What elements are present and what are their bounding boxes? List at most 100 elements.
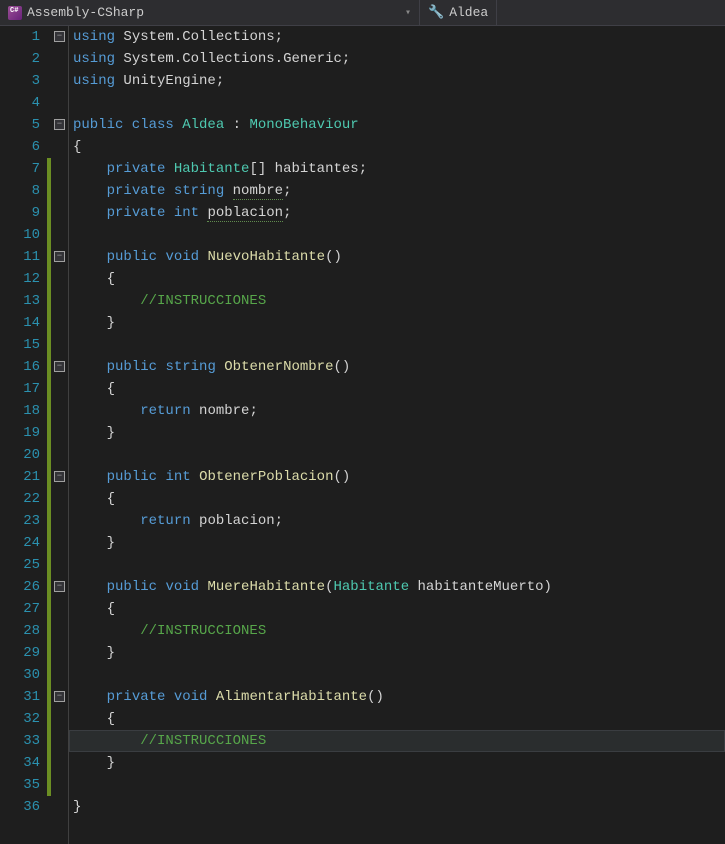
code-line[interactable]: }	[69, 642, 725, 664]
change-marker	[47, 158, 51, 180]
code-line[interactable]: {	[69, 378, 725, 400]
csharp-icon	[8, 6, 22, 20]
change-marker	[47, 312, 51, 334]
code-line[interactable]	[69, 92, 725, 114]
change-marker	[47, 554, 51, 576]
change-marker	[47, 664, 51, 686]
fold-toggle[interactable]: −	[54, 119, 65, 130]
line-number: 8	[0, 180, 40, 202]
line-number: 2	[0, 48, 40, 70]
code-line[interactable]: private void AlimentarHabitante()	[69, 686, 725, 708]
code-line[interactable]: public void NuevoHabitante()	[69, 246, 725, 268]
change-marker	[47, 708, 51, 730]
change-marker	[47, 422, 51, 444]
code-line[interactable]: }	[69, 752, 725, 774]
line-number: 9	[0, 202, 40, 224]
change-marker	[47, 532, 51, 554]
change-marker	[47, 642, 51, 664]
fold-toggle[interactable]: −	[54, 691, 65, 702]
code-line[interactable]: private string nombre;	[69, 180, 725, 202]
code-area[interactable]: using System.Collections;using System.Co…	[68, 26, 725, 844]
change-marker	[47, 466, 51, 488]
code-line[interactable]: }	[69, 796, 725, 818]
code-line[interactable]	[69, 224, 725, 246]
change-marker	[47, 268, 51, 290]
change-marker	[47, 290, 51, 312]
change-marker	[47, 378, 51, 400]
code-line[interactable]: public string ObtenerNombre()	[69, 356, 725, 378]
code-line[interactable]: {	[69, 268, 725, 290]
change-marker	[47, 444, 51, 466]
class-name: Aldea	[449, 5, 488, 20]
fold-toggle[interactable]: −	[54, 581, 65, 592]
line-number: 3	[0, 70, 40, 92]
change-marker	[47, 356, 51, 378]
code-line[interactable]: private Habitante[] habitantes;	[69, 158, 725, 180]
line-number: 25	[0, 554, 40, 576]
line-number: 13	[0, 290, 40, 312]
code-line[interactable]: //INSTRUCCIONES	[69, 620, 725, 642]
line-number: 33	[0, 730, 40, 752]
line-number: 12	[0, 268, 40, 290]
code-line[interactable]: }	[69, 532, 725, 554]
line-number: 22	[0, 488, 40, 510]
code-line[interactable]	[69, 334, 725, 356]
fold-toggle[interactable]: −	[54, 31, 65, 42]
line-number: 27	[0, 598, 40, 620]
change-marker	[47, 224, 51, 246]
line-number: 4	[0, 92, 40, 114]
line-number: 14	[0, 312, 40, 334]
fold-toggle[interactable]: −	[54, 251, 65, 262]
line-number: 10	[0, 224, 40, 246]
class-selector[interactable]: 🔧 Aldea	[420, 0, 497, 25]
line-number: 6	[0, 136, 40, 158]
code-editor[interactable]: 1234567891011121314151617181920212223242…	[0, 26, 725, 844]
code-line[interactable]: public int ObtenerPoblacion()	[69, 466, 725, 488]
line-number-gutter: 1234567891011121314151617181920212223242…	[0, 26, 46, 844]
code-line[interactable]	[69, 444, 725, 466]
code-line[interactable]	[69, 774, 725, 796]
line-number: 35	[0, 774, 40, 796]
line-number: 36	[0, 796, 40, 818]
code-line[interactable]: //INSTRUCCIONES	[69, 290, 725, 312]
code-line[interactable]: //INSTRUCCIONES	[69, 730, 725, 752]
line-number: 26	[0, 576, 40, 598]
line-number: 1	[0, 26, 40, 48]
line-number: 17	[0, 378, 40, 400]
code-line[interactable]: private int poblacion;	[69, 202, 725, 224]
code-line[interactable]: {	[69, 136, 725, 158]
line-number: 34	[0, 752, 40, 774]
change-marker	[47, 752, 51, 774]
line-number: 30	[0, 664, 40, 686]
line-number: 16	[0, 356, 40, 378]
line-number: 15	[0, 334, 40, 356]
line-number: 29	[0, 642, 40, 664]
change-marker	[47, 488, 51, 510]
fold-gutter[interactable]: − − − − − − −	[52, 26, 68, 844]
code-line[interactable]: return nombre;	[69, 400, 725, 422]
change-marker	[47, 202, 51, 224]
code-line[interactable]: using UnityEngine;	[69, 70, 725, 92]
change-marker	[47, 774, 51, 796]
code-line[interactable]: using System.Collections;	[69, 26, 725, 48]
code-line[interactable]: {	[69, 708, 725, 730]
project-selector[interactable]: Assembly-CSharp ▾	[0, 0, 420, 25]
code-line[interactable]: }	[69, 312, 725, 334]
fold-toggle[interactable]: −	[54, 471, 65, 482]
line-number: 21	[0, 466, 40, 488]
code-line[interactable]: public void MuereHabitante(Habitante hab…	[69, 576, 725, 598]
code-line[interactable]: using System.Collections.Generic;	[69, 48, 725, 70]
fold-toggle[interactable]: −	[54, 361, 65, 372]
code-line[interactable]: {	[69, 598, 725, 620]
code-line[interactable]: {	[69, 488, 725, 510]
line-number: 23	[0, 510, 40, 532]
code-line[interactable]	[69, 664, 725, 686]
code-line[interactable]: return poblacion;	[69, 510, 725, 532]
line-number: 28	[0, 620, 40, 642]
code-line[interactable]: }	[69, 422, 725, 444]
line-number: 11	[0, 246, 40, 268]
change-marker	[47, 576, 51, 598]
code-line[interactable]: public class Aldea : MonoBehaviour	[69, 114, 725, 136]
line-number: 32	[0, 708, 40, 730]
code-line[interactable]	[69, 554, 725, 576]
